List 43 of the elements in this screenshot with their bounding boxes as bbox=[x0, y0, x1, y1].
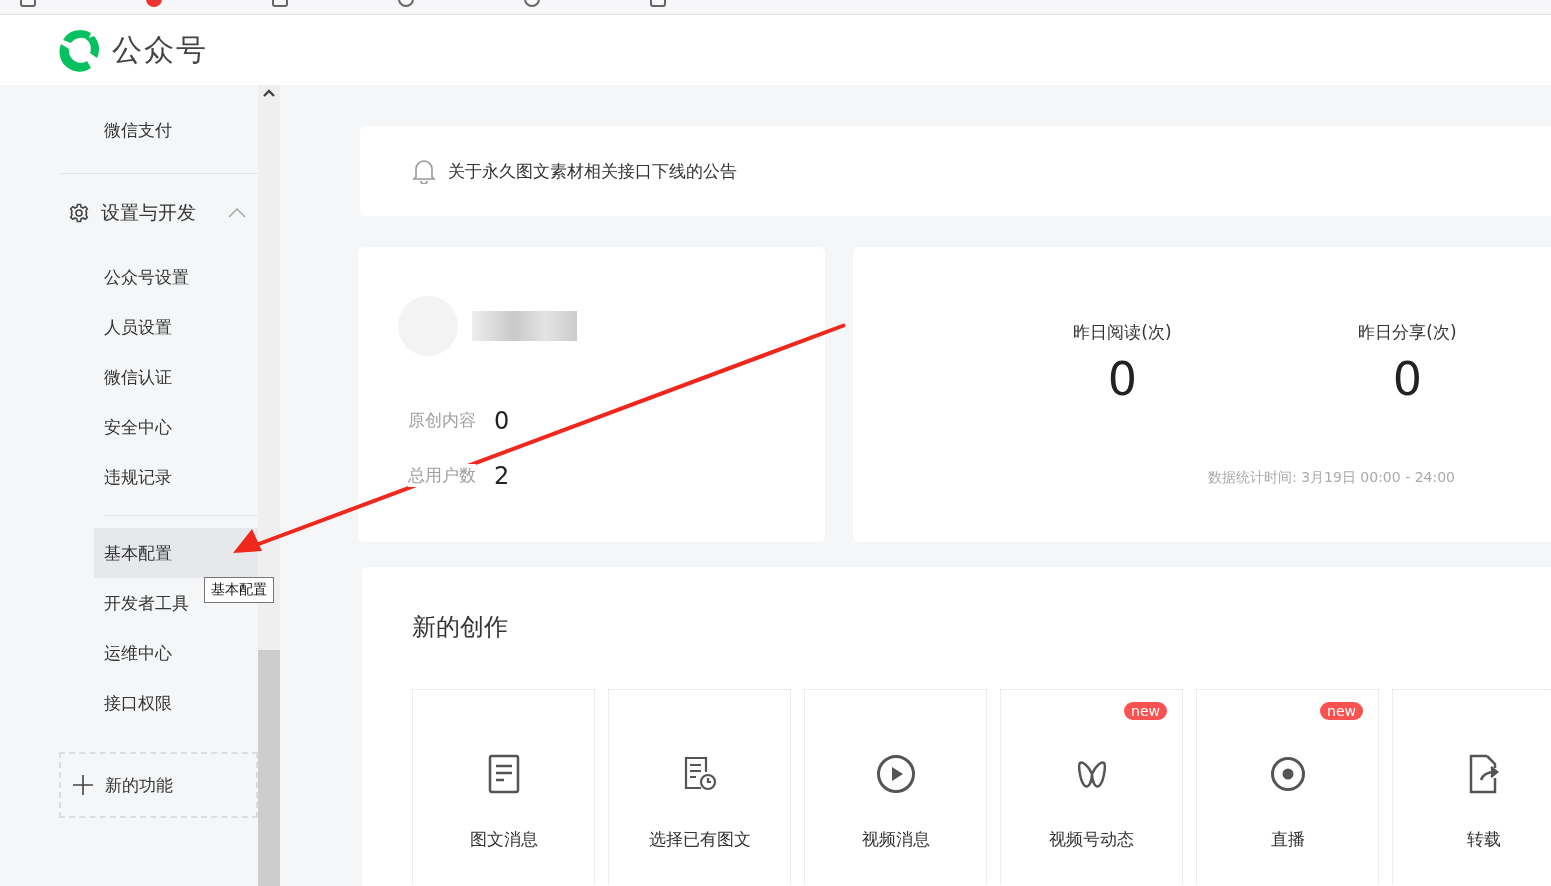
sidebar-item[interactable]: 安全中心 bbox=[94, 402, 258, 452]
sidebar-item[interactable]: 接口权限 bbox=[94, 678, 258, 728]
sidebar-item[interactable]: 微信认证 bbox=[94, 352, 258, 402]
new-feature-label: 新的功能 bbox=[105, 773, 173, 797]
settings-icon bbox=[69, 203, 89, 223]
record-icon bbox=[1269, 756, 1306, 792]
section-header[interactable]: 设置与开发 bbox=[59, 174, 258, 252]
sidebar-item[interactable]: 运维中心 bbox=[94, 628, 258, 678]
sidebar-item[interactable]: 违规记录 bbox=[94, 452, 258, 502]
stats-time: 数据统计时间: 3月19日 00:00 - 24:00 bbox=[1208, 469, 1455, 487]
metric-label: 昨日分享(次) bbox=[1358, 321, 1457, 344]
metric-label: 昨日阅读(次) bbox=[1073, 321, 1172, 344]
create-tile[interactable]: 图文消息 bbox=[412, 689, 595, 886]
sidebar-item[interactable]: 微信支付 bbox=[94, 105, 258, 155]
scroll-up-icon[interactable] bbox=[263, 89, 275, 97]
bell-icon bbox=[412, 158, 436, 184]
create-tile[interactable]: 视频消息 bbox=[804, 689, 987, 886]
create-tile[interactable]: new 视频号动态 bbox=[1000, 689, 1183, 886]
notice-text[interactable]: 关于永久图文素材相关接口下线的公告 bbox=[448, 159, 737, 183]
create-tile[interactable]: 选择已有图文 bbox=[608, 689, 791, 886]
app-title: 公众号 bbox=[112, 30, 208, 69]
sidebar-item[interactable]: 基本配置 bbox=[94, 528, 258, 578]
logo-icon bbox=[58, 28, 102, 72]
sidebar-item[interactable]: 人员设置 bbox=[94, 302, 258, 352]
notice-card[interactable]: 关于永久图文素材相关接口下线的公告 bbox=[360, 126, 1551, 216]
sidebar-item[interactable]: 公众号设置 bbox=[94, 252, 258, 302]
play-icon bbox=[875, 754, 916, 794]
new-badge: new bbox=[1320, 702, 1363, 720]
create-tile[interactable]: 转载 bbox=[1392, 689, 1551, 886]
metric-value: 0 bbox=[1107, 352, 1138, 406]
stat-label: 总用户数 bbox=[408, 464, 476, 487]
document-icon bbox=[487, 754, 520, 794]
create-tile[interactable]: new 直播 bbox=[1196, 689, 1379, 886]
butterfly-icon bbox=[1075, 760, 1108, 788]
metric-value: 0 bbox=[1392, 352, 1423, 406]
new-badge: new bbox=[1124, 702, 1167, 720]
scrollbar-thumb[interactable] bbox=[258, 650, 280, 886]
stat-label: 原创内容 bbox=[408, 409, 476, 432]
section-label: 设置与开发 bbox=[101, 200, 197, 225]
section-title: 新的创作 bbox=[412, 612, 509, 643]
tooltip: 基本配置 bbox=[204, 577, 274, 603]
document-clock-icon bbox=[682, 756, 717, 792]
plus-icon bbox=[73, 775, 93, 795]
